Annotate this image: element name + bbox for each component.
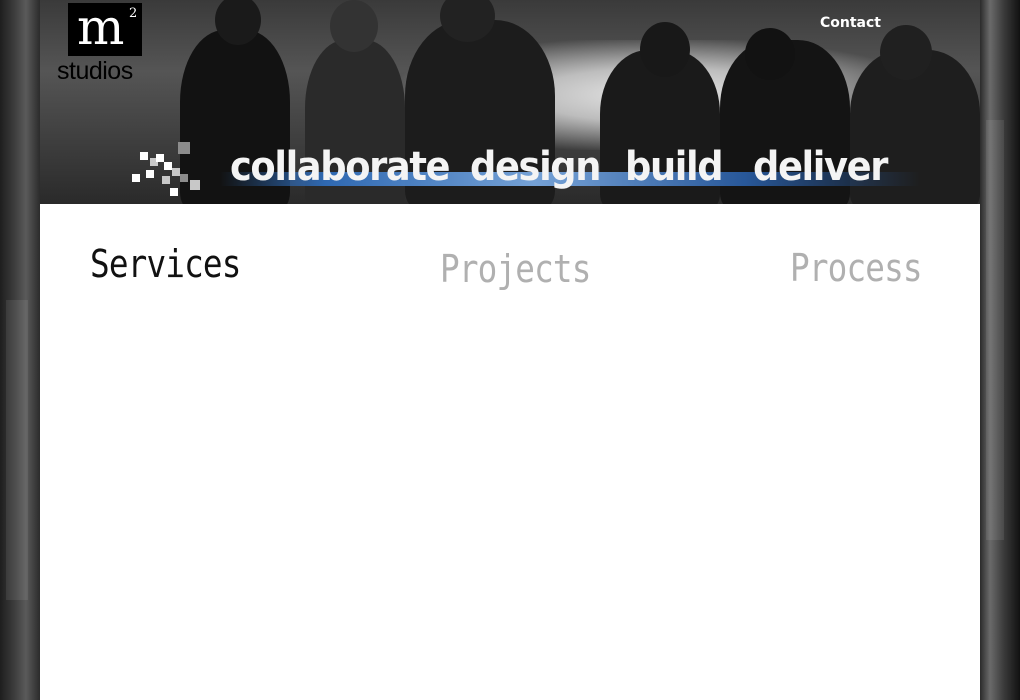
logo-word: studios [57,57,133,85]
tagline-word: design [470,144,601,190]
logo-letter: m [77,0,125,56]
m2-studios-logo[interactable]: m 2 studios [57,0,159,85]
header-banner: m 2 studios Contact collaborate design b… [40,0,980,204]
pixel-graphic-icon [132,142,206,198]
person-head [640,22,690,77]
contact-link[interactable]: Contact [820,15,881,31]
nav-projects-link[interactable]: Projects [440,247,591,291]
tagline-word: build [625,144,724,190]
background-streak [986,120,1004,540]
person-head [330,0,378,52]
nav-services-link[interactable]: Services [90,242,241,286]
person-head [745,28,795,80]
tagline-word: deliver [753,144,888,190]
logo-superscript: 2 [129,6,138,21]
tagline-word: collaborate [230,144,451,190]
nav-process-link[interactable]: Process [790,246,923,290]
page-container: m 2 studios Contact collaborate design b… [40,0,980,700]
person-head [880,25,932,80]
main-content: Services Projects Process [40,204,980,700]
background-streak [6,300,28,600]
